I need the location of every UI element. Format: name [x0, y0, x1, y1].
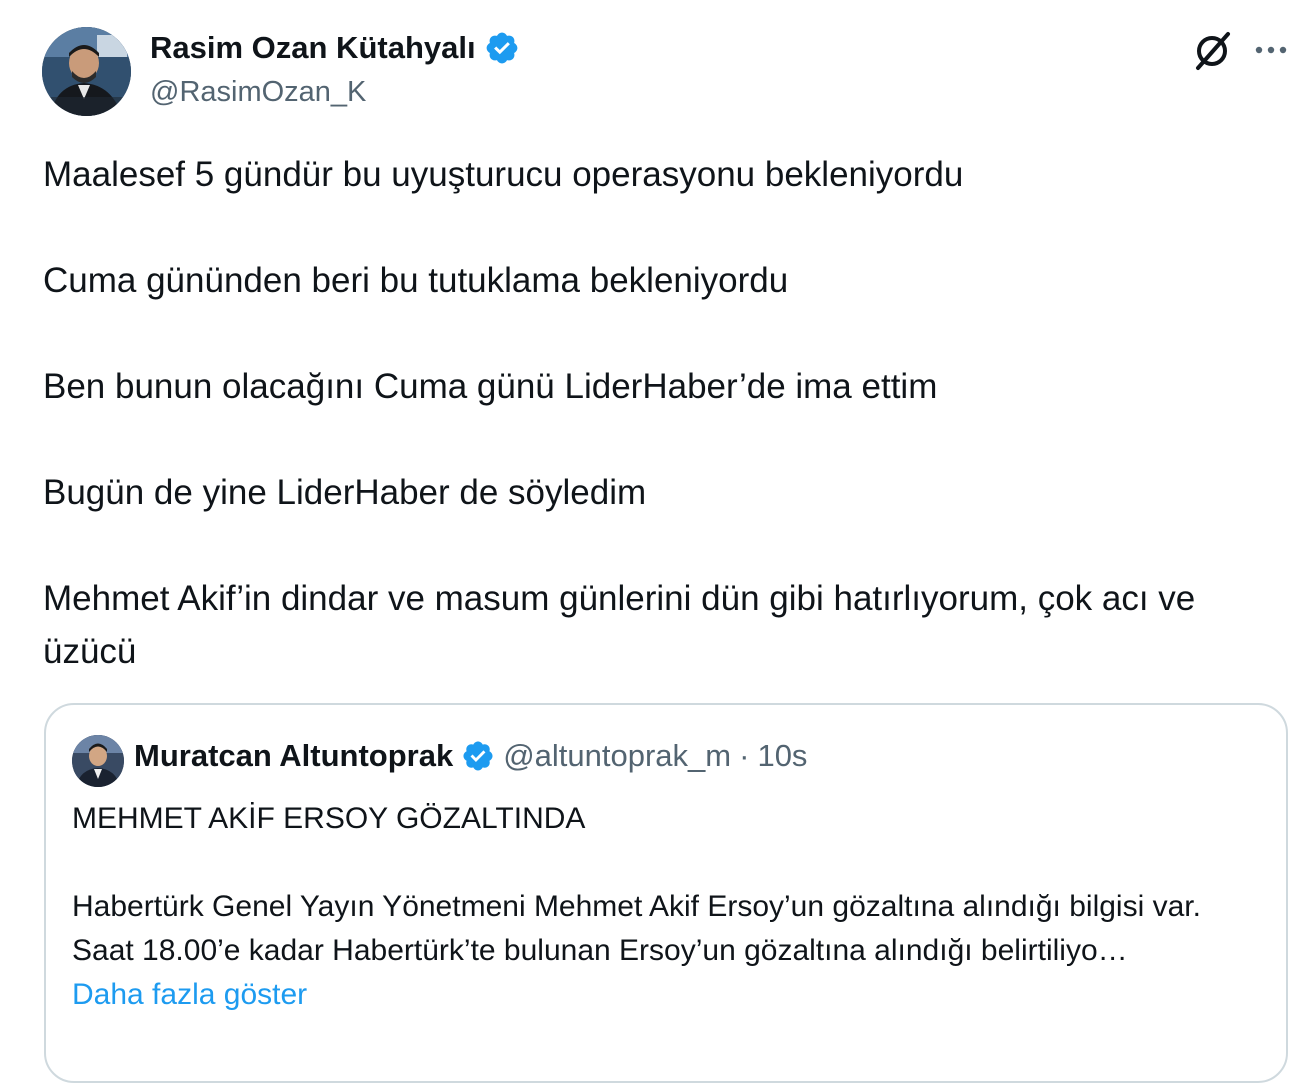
quoted-timestamp[interactable]: 10s — [757, 738, 807, 774]
author-avatar[interactable] — [42, 27, 131, 116]
avatar-photo — [42, 27, 131, 116]
verified-badge-icon — [484, 30, 520, 66]
quoted-tweet-header: Muratcan Altuntoprak @altuntoprak_m · 10… — [134, 738, 807, 774]
more-options-icon[interactable] — [1249, 30, 1293, 70]
tweet-paragraph: Cuma gününden beri bu tutuklama bekleniy… — [43, 261, 789, 300]
quoted-avatar-photo — [72, 735, 124, 787]
quoted-author-handle[interactable]: @altuntoprak_m — [503, 738, 731, 774]
quoted-tweet-card[interactable]: Muratcan Altuntoprak @altuntoprak_m · 10… — [44, 703, 1288, 1083]
quoted-line: Saat 18.00’e kadar Habertürk’te bulunan … — [72, 934, 1128, 967]
quoted-tweet-text: MEHMET AKİF ERSOY GÖZALTINDA Habertürk G… — [72, 797, 1272, 1017]
tweet-text: Maalesef 5 gündür bu uyuşturucu operasyo… — [43, 148, 1283, 731]
verified-badge-icon — [461, 739, 495, 773]
author-header: Rasim Ozan Kütahyalı — [150, 30, 520, 66]
quoted-line: Habertürk Genel Yayın Yönetmeni Mehmet A… — [72, 890, 1201, 923]
author-handle[interactable]: @RasimOzan_K — [150, 76, 366, 109]
quoted-author-avatar[interactable] — [72, 735, 124, 787]
tweet-paragraph: Mehmet Akif’in dindar ve masum günlerini… — [43, 579, 1196, 671]
quoted-author-name[interactable]: Muratcan Altuntoprak — [134, 738, 453, 774]
author-name[interactable]: Rasim Ozan Kütahyalı — [150, 30, 476, 66]
tweet-paragraph: Ben bunun olacağını Cuma günü LiderHaber… — [43, 367, 938, 406]
tweet-paragraph: Maalesef 5 gündür bu uyuşturucu operasyo… — [43, 155, 964, 194]
meta-separator: · — [739, 738, 750, 773]
grok-icon[interactable] — [1190, 28, 1234, 72]
quoted-headline: MEHMET AKİF ERSOY GÖZALTINDA — [72, 802, 586, 835]
show-more-link[interactable]: Daha fazla göster — [72, 973, 1272, 1017]
tweet-paragraph: Bugün de yine LiderHaber de söyledim — [43, 473, 647, 512]
